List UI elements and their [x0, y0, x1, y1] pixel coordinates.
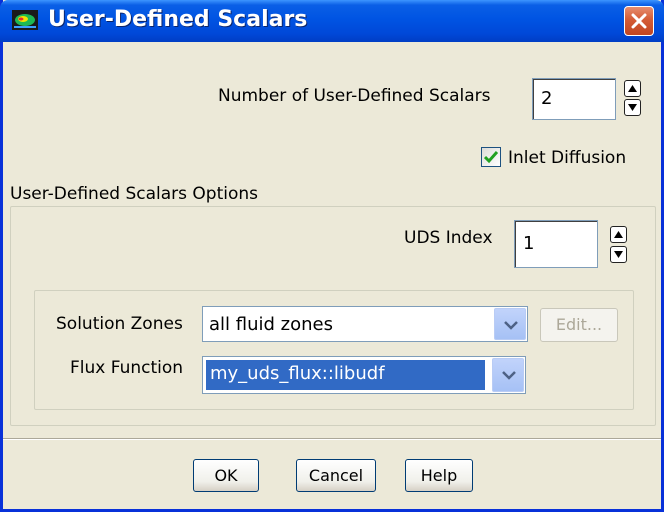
- solution-zones-value: all fluid zones: [209, 314, 333, 335]
- arrow-up-icon: [614, 231, 623, 238]
- app-logo-icon: [12, 10, 38, 30]
- solution-zones-dropdown-button[interactable]: [494, 308, 526, 340]
- scalar-count-increment-button[interactable]: [624, 80, 641, 97]
- uds-index-label: UDS Index: [404, 228, 493, 248]
- scalar-count-decrement-button[interactable]: [624, 99, 641, 116]
- flux-function-dropdown[interactable]: my_uds_flux::libudf: [202, 356, 526, 394]
- chevron-down-icon: [502, 371, 516, 380]
- edit-button[interactable]: Edit...: [540, 308, 618, 342]
- flux-function-value: my_uds_flux::libudf: [206, 360, 485, 390]
- window-title: User-Defined Scalars: [48, 7, 308, 32]
- close-icon: [631, 13, 647, 29]
- inlet-diffusion-checkbox[interactable]: [481, 147, 501, 167]
- button-separator: [3, 438, 661, 440]
- solution-zones-label: Solution Zones: [56, 314, 183, 334]
- flux-function-label: Flux Function: [70, 358, 184, 378]
- checkmark-icon: [484, 151, 498, 164]
- help-button[interactable]: Help: [405, 459, 473, 492]
- uds-index-increment-button[interactable]: [610, 226, 627, 243]
- arrow-up-icon: [628, 85, 637, 92]
- scalar-count-input[interactable]: 2: [532, 78, 616, 120]
- close-button[interactable]: [624, 6, 654, 36]
- solution-zones-dropdown[interactable]: all fluid zones: [202, 306, 528, 342]
- flux-function-dropdown-button[interactable]: [492, 358, 524, 392]
- inlet-diffusion-label[interactable]: Inlet Diffusion: [508, 148, 626, 168]
- title-bar[interactable]: User-Defined Scalars: [0, 0, 664, 42]
- scalar-count-label: Number of User-Defined Scalars: [218, 86, 491, 106]
- uds-index-decrement-button[interactable]: [610, 246, 627, 263]
- ok-button[interactable]: OK: [193, 459, 259, 492]
- arrow-down-icon: [628, 104, 637, 111]
- options-group-label: User-Defined Scalars Options: [10, 184, 259, 204]
- cancel-button[interactable]: Cancel: [296, 459, 376, 492]
- uds-index-input[interactable]: 1: [514, 220, 598, 268]
- arrow-down-icon: [614, 251, 623, 258]
- chevron-down-icon: [504, 321, 518, 330]
